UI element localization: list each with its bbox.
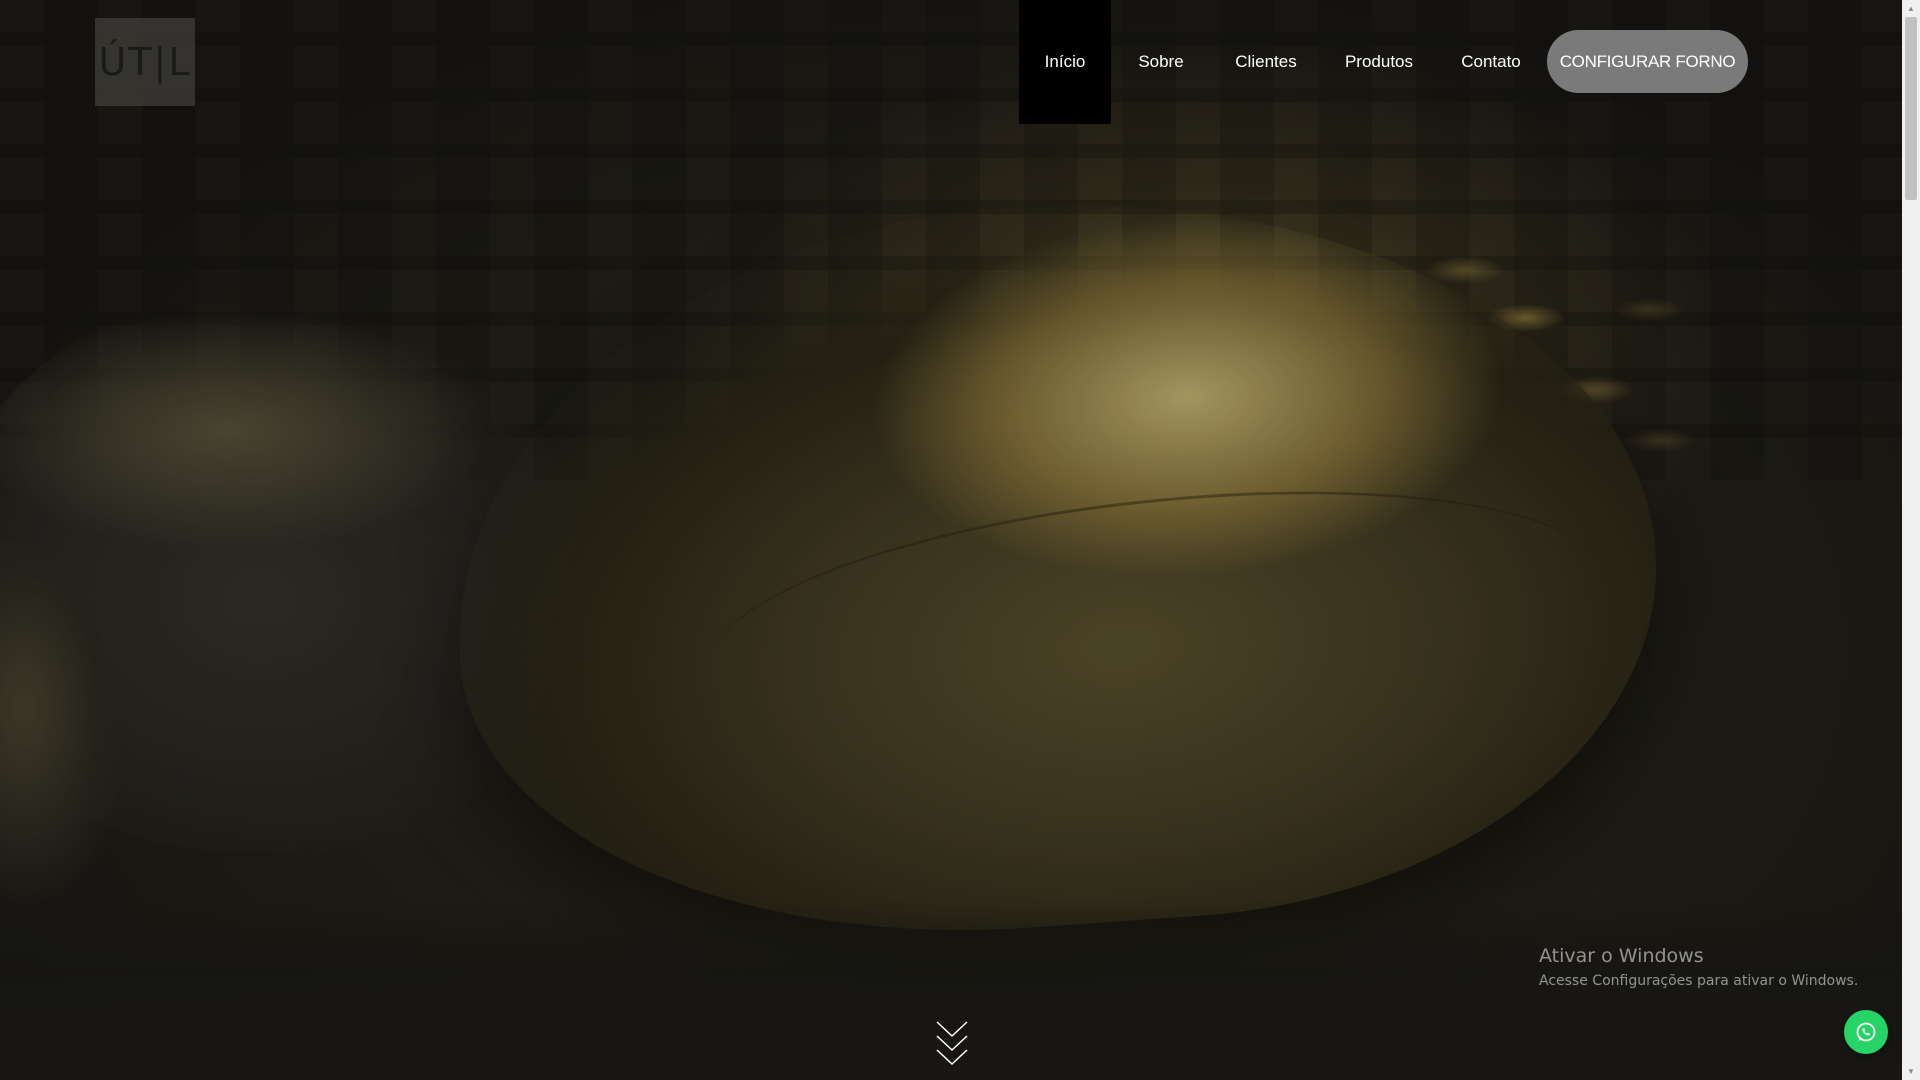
nav-item-sobre[interactable]: Sobre bbox=[1111, 0, 1211, 124]
windows-activation-watermark: Ativar o Windows Acesse Configurações pa… bbox=[1539, 945, 1858, 989]
main-nav: Início Sobre Clientes Produtos Contato bbox=[1019, 0, 1545, 124]
hero-background-image bbox=[0, 0, 1902, 1080]
scroll-down-arrow-icon[interactable]: ▼ bbox=[1902, 1063, 1920, 1080]
vertical-scrollbar[interactable]: ▲ ▼ bbox=[1902, 0, 1920, 1080]
nav-item-contato[interactable]: Contato bbox=[1437, 0, 1545, 124]
logo-text: ÚT|L bbox=[98, 40, 192, 84]
scroll-down-chevrons bbox=[936, 1021, 968, 1066]
nav-item-clientes[interactable]: Clientes bbox=[1211, 0, 1321, 124]
double-chevron-down-icon[interactable] bbox=[936, 1020, 968, 1066]
page: ÚT|L Início Sobre Clientes Produtos Cont… bbox=[0, 0, 1920, 1080]
scrollbar-thumb[interactable] bbox=[1905, 17, 1917, 200]
nav-item-inicio[interactable]: Início bbox=[1019, 0, 1111, 124]
whatsapp-button[interactable] bbox=[1844, 1010, 1888, 1054]
site-logo[interactable]: ÚT|L bbox=[95, 18, 195, 106]
scroll-up-arrow-icon[interactable]: ▲ bbox=[1902, 0, 1920, 17]
hero-overlay bbox=[0, 0, 1902, 1080]
watermark-subtitle: Acesse Configurações para ativar o Windo… bbox=[1539, 973, 1859, 989]
configurar-forno-button[interactable]: CONFIGURAR FORNO bbox=[1547, 30, 1748, 93]
nav-item-produtos[interactable]: Produtos bbox=[1321, 0, 1437, 124]
watermark-title: Ativar o Windows bbox=[1539, 945, 1704, 967]
whatsapp-icon bbox=[1856, 1022, 1876, 1042]
